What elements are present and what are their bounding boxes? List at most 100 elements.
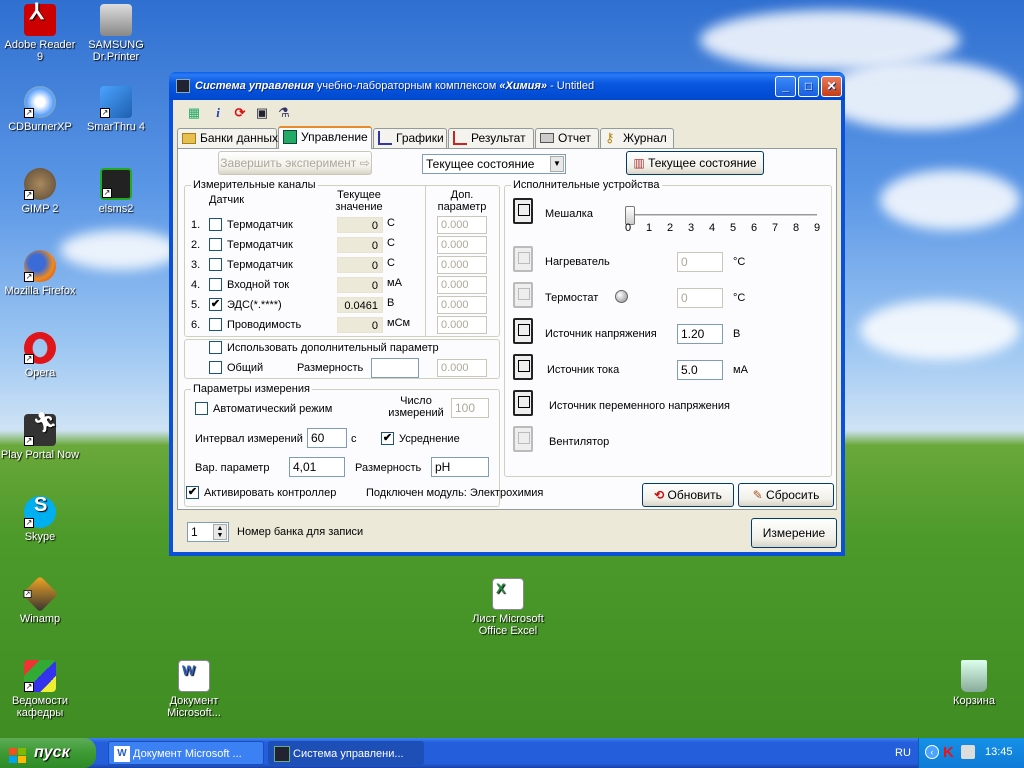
control-pane: Завершить эксперимент ⇨ Текущее состояни… — [177, 148, 837, 510]
current-state-button[interactable]: ▥ Текущее состояние — [626, 151, 764, 175]
desktop-icon-elsms2[interactable]: ↗ elsms2 — [76, 168, 156, 215]
dimension-label: Размерность — [355, 462, 422, 474]
app-window: Система управления учебно-лабораторным к… — [169, 72, 845, 556]
tab-graphs[interactable]: Графики — [373, 128, 447, 148]
refresh-button[interactable]: ⟲ Обновить — [642, 483, 734, 507]
voltage-source-toggle[interactable] — [513, 318, 533, 344]
common-value-input[interactable]: 0.000 — [437, 359, 487, 377]
use-extra-checkbox[interactable] — [209, 341, 222, 354]
current-source-toggle[interactable] — [513, 354, 533, 380]
word-document-icon: W — [114, 746, 130, 762]
antivirus-icon[interactable]: K — [943, 744, 954, 761]
bank-number-spinner[interactable]: 1 ▲ ▼ — [187, 522, 229, 542]
channel-row: 2. Термодатчик 0 C 0.000 — [185, 236, 501, 256]
desktop-icon-samsung-printer[interactable]: SAMSUNG Dr.Printer — [76, 4, 156, 63]
refresh-icon[interactable]: ⟳ — [231, 104, 249, 122]
channel-name: Термодатчик — [227, 239, 293, 251]
channel-checkbox[interactable]: ✔ — [209, 298, 222, 311]
channel-extra-input[interactable]: 0.000 — [437, 256, 487, 274]
var-param-input[interactable]: 4,01 — [289, 457, 345, 477]
start-button[interactable]: пуск — [0, 738, 96, 768]
current-input[interactable]: 5.0 — [677, 360, 723, 380]
info-icon[interactable]: i — [209, 104, 227, 122]
auto-mode-checkbox[interactable] — [195, 402, 208, 415]
clock[interactable]: 13:45 — [985, 746, 1013, 758]
fan-label: Вентилятор — [549, 436, 610, 448]
fan-toggle[interactable] — [513, 426, 533, 452]
channel-checkbox[interactable] — [209, 218, 222, 231]
channel-extra-input[interactable]: 0.000 — [437, 216, 487, 234]
averaging-checkbox[interactable]: ✔ — [381, 432, 394, 445]
channel-extra-input[interactable]: 0.000 — [437, 296, 487, 314]
desktop-icon-cdburnerxp[interactable]: ↗ CDBurnerXP — [0, 86, 80, 133]
desktop-icon-play-portal[interactable]: 🏃︎ ↗ Play Portal Now — [0, 413, 80, 461]
minimize-button[interactable]: _ — [775, 76, 796, 97]
channel-extra-input[interactable]: 0.000 — [437, 276, 487, 294]
desktop-icon-skype[interactable]: S ↗ Skype — [0, 495, 80, 543]
count-input[interactable]: 100 — [451, 398, 489, 418]
opera-icon: ↗ — [24, 332, 56, 364]
desktop-icon-firefox[interactable]: ↗ Mozilla Firefox — [0, 250, 80, 297]
desktop-icon-adobe-reader[interactable]: ⅄ Adobe Reader 9 — [0, 1, 80, 64]
channel-extra-input[interactable]: 0.000 — [437, 316, 487, 334]
mixer-toggle[interactable] — [513, 198, 533, 224]
interval-unit: с — [351, 433, 357, 445]
tab-data-banks[interactable]: Банки данных — [177, 128, 278, 148]
usb-icon[interactable] — [961, 745, 975, 759]
desktop-icon-smarthru[interactable]: ↗ SmarThru 4 — [76, 86, 156, 133]
controller-icon[interactable]: ▦ — [185, 104, 203, 122]
tab-control[interactable]: Управление — [278, 126, 372, 149]
task-control-system[interactable]: Система управлени... — [268, 741, 424, 765]
state-select[interactable]: Текущее состояние ▼ — [422, 154, 566, 174]
tab-report[interactable]: Отчет — [535, 128, 599, 148]
desktop-icon-word-document[interactable]: W Документ Microsoft... — [154, 660, 234, 719]
language-indicator[interactable]: RU — [895, 747, 911, 759]
reset-button[interactable]: ✎ Сбросить — [738, 483, 834, 507]
thermostat-toggle[interactable] — [513, 282, 533, 308]
close-button[interactable]: ✕ — [821, 76, 842, 97]
heater-toggle[interactable] — [513, 246, 533, 272]
desktop-icon-excel-sheet[interactable]: X Лист Microsoft Office Excel — [468, 578, 548, 637]
desktop-icon-recycle-bin[interactable]: Корзина — [934, 660, 1014, 707]
channel-extra-input[interactable]: 0.000 — [437, 236, 487, 254]
desktop-icon-label: SmarThru 4 — [86, 121, 146, 133]
interval-input[interactable]: 60 — [307, 428, 347, 448]
channel-name: Проводимость — [227, 319, 302, 331]
desktop-icon-gimp[interactable]: ↗ GIMP 2 — [0, 168, 80, 215]
averaging-label: Усреднение — [399, 433, 460, 445]
desktop-icon-label: elsms2 — [98, 203, 134, 215]
channel-checkbox[interactable] — [209, 258, 222, 271]
window-titlebar[interactable]: Система управления учебно-лабораторным к… — [169, 72, 845, 100]
channel-checkbox[interactable] — [209, 238, 222, 251]
channel-checkbox[interactable] — [209, 278, 222, 291]
desktop-icon-vedomosti[interactable]: ↗ Ведомости кафедры — [0, 660, 80, 719]
tray-arrow-icon[interactable]: ‹ — [925, 745, 939, 759]
activate-controller-checkbox[interactable]: ✔ — [186, 486, 199, 499]
common-dimension-input[interactable] — [371, 358, 419, 378]
ac-source-toggle[interactable] — [513, 390, 533, 416]
spinner-arrows-icon[interactable]: ▲ ▼ — [213, 524, 227, 540]
col-current: Текущее значение — [335, 189, 383, 213]
tick-label: 0 — [625, 222, 632, 234]
controller-icon — [283, 130, 297, 144]
maximize-button[interactable]: □ — [798, 76, 819, 97]
tab-result[interactable]: Результат — [448, 128, 534, 148]
voltage-input[interactable]: 1.20 — [677, 324, 723, 344]
common-checkbox[interactable] — [209, 361, 222, 374]
task-word-document[interactable]: W Документ Microsoft ... — [108, 741, 264, 765]
dimension-input[interactable]: pH — [431, 457, 489, 477]
tab-label: Управление — [301, 130, 368, 144]
measure-button[interactable]: Измерение — [751, 518, 837, 548]
tab-label: Журнал — [623, 131, 667, 145]
title-italic: Система управления — [195, 80, 314, 92]
desktop-icon-opera[interactable]: ↗ Opera — [0, 332, 80, 379]
channel-checkbox[interactable] — [209, 318, 222, 331]
bottom-bar: 1 ▲ ▼ Номер банка для записи Измерение — [177, 514, 837, 550]
finish-experiment-button[interactable]: Завершить эксперимент ⇨ — [218, 151, 372, 175]
thermostat-input[interactable]: 0 — [677, 288, 723, 308]
save-icon[interactable]: ▣ — [253, 104, 271, 122]
tab-log[interactable]: ⚷ Журнал — [600, 128, 674, 148]
flask-icon[interactable]: ⚗ — [275, 104, 293, 122]
desktop-icon-winamp[interactable]: ↗ Winamp — [0, 575, 80, 625]
heater-input[interactable]: 0 — [677, 252, 723, 272]
